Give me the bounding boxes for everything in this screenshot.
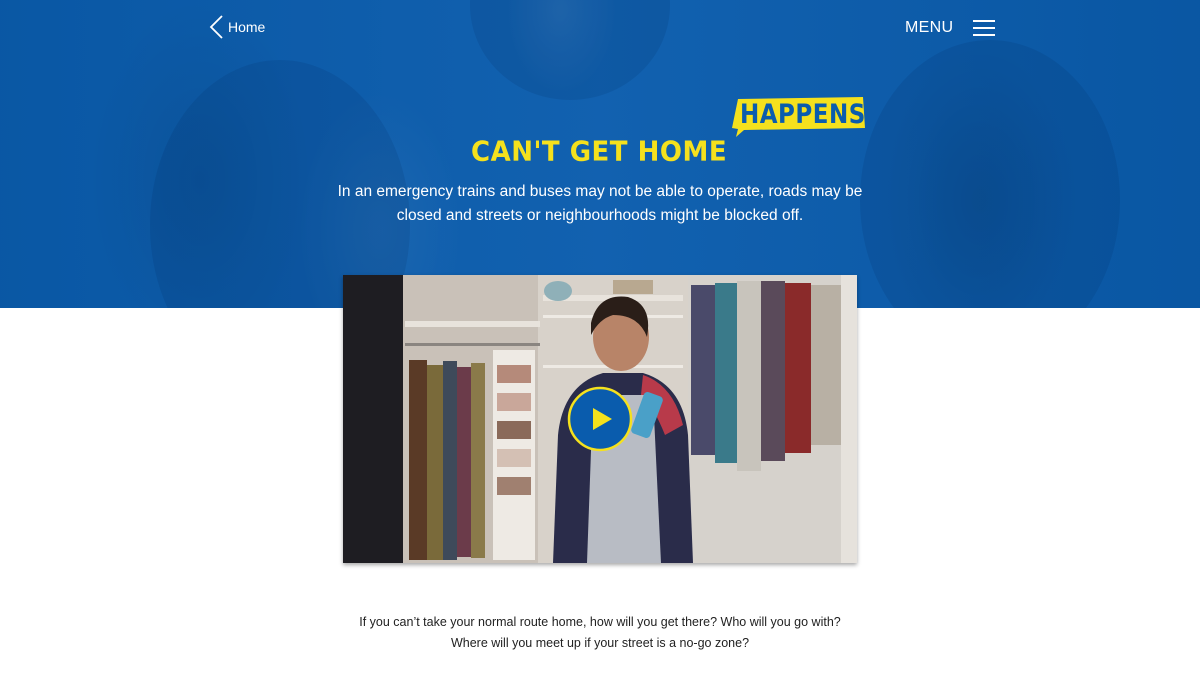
- hamburger-icon: [973, 20, 996, 36]
- menu-button[interactable]: MENU: [905, 16, 996, 40]
- menu-label: MENU: [905, 19, 954, 36]
- video-player[interactable]: [343, 275, 857, 563]
- home-link[interactable]: Home: [208, 15, 265, 39]
- body-text: If you can’t take your normal route home…: [300, 612, 900, 654]
- intro-line-2: closed and streets or neighbourhoods mig…: [396, 207, 804, 224]
- happens-badge: HAPPENS: [740, 100, 866, 130]
- body-line-2: Where will you meet up if your street is…: [450, 636, 750, 650]
- intro-line-1: In an emergency trains and buses may not…: [337, 183, 863, 200]
- chevron-left-icon: [209, 15, 223, 39]
- page: Home MENU CAN'T GET HOME HAPPENS In an e…: [0, 0, 1200, 679]
- page-title: CAN'T GET HOME: [471, 136, 728, 168]
- hero-banner: Home MENU CAN'T GET HOME HAPPENS In an e…: [0, 0, 1200, 308]
- home-link-label: Home: [228, 19, 266, 35]
- body-line-1: If you can’t take your normal route home…: [359, 615, 841, 629]
- play-button[interactable]: [567, 386, 633, 452]
- intro-text: In an emergency trains and buses may not…: [330, 180, 870, 228]
